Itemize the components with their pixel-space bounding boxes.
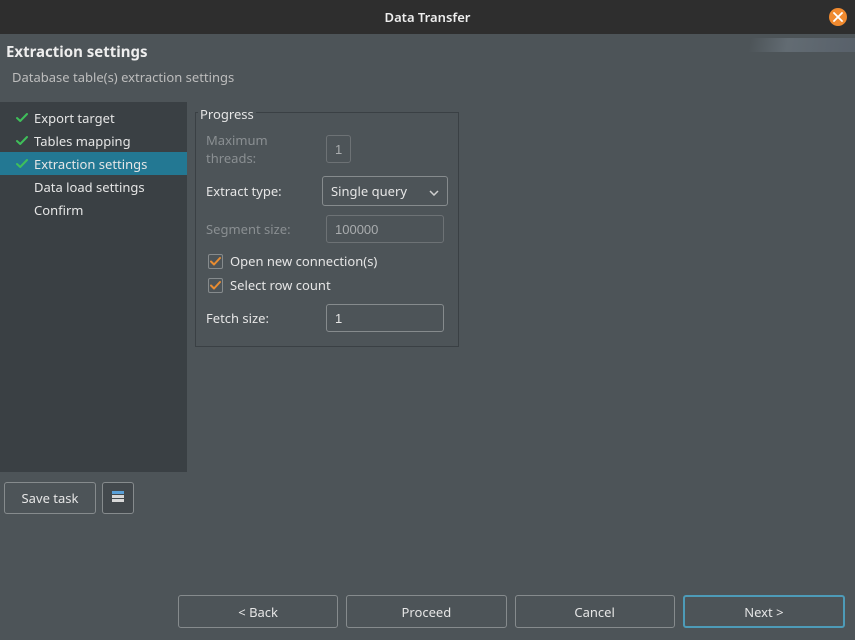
max-threads-label: Maximum threads: [206, 131, 318, 167]
table-config-icon [110, 488, 126, 508]
check-icon [16, 135, 28, 147]
row-extract-type: Extract type: Single query [206, 176, 448, 206]
open-new-conn-checkbox[interactable] [208, 254, 223, 269]
group-title: Progress [198, 105, 256, 123]
select-row-count-checkbox[interactable] [208, 278, 223, 293]
sidebar-item-label: Confirm [34, 201, 83, 219]
row-fetch-size: Fetch size: [206, 304, 448, 332]
segment-size-label: Segment size: [206, 220, 318, 238]
body: Export target Tables mapping Extraction … [0, 102, 855, 472]
step-icon-placeholder [16, 181, 28, 193]
sidebar-item-export-target[interactable]: Export target [0, 106, 187, 129]
close-button[interactable] [829, 8, 847, 26]
open-new-conn-label[interactable]: Open new connection(s) [230, 252, 377, 270]
max-threads-input[interactable] [326, 135, 351, 163]
row-select-row-count: Select row count [208, 276, 448, 294]
sidebar-item-extraction-settings[interactable]: Extraction settings [0, 152, 187, 175]
select-row-count-label[interactable]: Select row count [230, 276, 331, 294]
segment-size-input[interactable] [326, 215, 444, 243]
check-icon [16, 112, 28, 124]
fetch-size-label: Fetch size: [206, 309, 318, 327]
sidebar: Export target Tables mapping Extraction … [0, 102, 187, 472]
footer: < Back Proceed Cancel Next > [0, 595, 855, 628]
back-button[interactable]: < Back [178, 595, 338, 628]
sidebar-item-label: Data load settings [34, 178, 145, 196]
sidebar-item-data-load-settings[interactable]: Data load settings [0, 175, 187, 198]
row-max-threads: Maximum threads: [206, 131, 448, 167]
row-segment-size: Segment size: [206, 215, 448, 243]
check-icon [16, 158, 28, 170]
proceed-button[interactable]: Proceed [346, 595, 506, 628]
row-open-new-conn: Open new connection(s) [208, 252, 448, 270]
step-icon-placeholder [16, 204, 28, 216]
sidebar-item-label: Extraction settings [34, 155, 147, 173]
progress-group: Progress Maximum threads: Extract type: … [195, 112, 459, 347]
main-panel: Progress Maximum threads: Extract type: … [187, 102, 467, 472]
next-button[interactable]: Next > [683, 595, 845, 628]
sidebar-item-label: Export target [34, 109, 115, 127]
save-task-button[interactable]: Save task [4, 482, 96, 514]
sidebar-item-confirm[interactable]: Confirm [0, 198, 187, 221]
toolbar: Save task [4, 482, 134, 514]
window-title: Data Transfer [385, 8, 471, 26]
page-header: Extraction settings Database table(s) ex… [0, 34, 855, 102]
configure-columns-button[interactable] [102, 482, 134, 514]
sidebar-item-label: Tables mapping [34, 132, 131, 150]
titlebar: Data Transfer [0, 0, 855, 34]
header-decor [705, 38, 855, 52]
fetch-size-input[interactable] [326, 304, 444, 332]
extract-type-value: Single query [331, 182, 407, 200]
page-subtitle: Database table(s) extraction settings [6, 62, 849, 96]
chevron-down-icon [429, 182, 439, 200]
extract-type-select[interactable]: Single query [322, 176, 448, 206]
close-icon [833, 8, 843, 26]
sidebar-item-tables-mapping[interactable]: Tables mapping [0, 129, 187, 152]
cancel-button[interactable]: Cancel [515, 595, 675, 628]
extract-type-label: Extract type: [206, 182, 314, 200]
